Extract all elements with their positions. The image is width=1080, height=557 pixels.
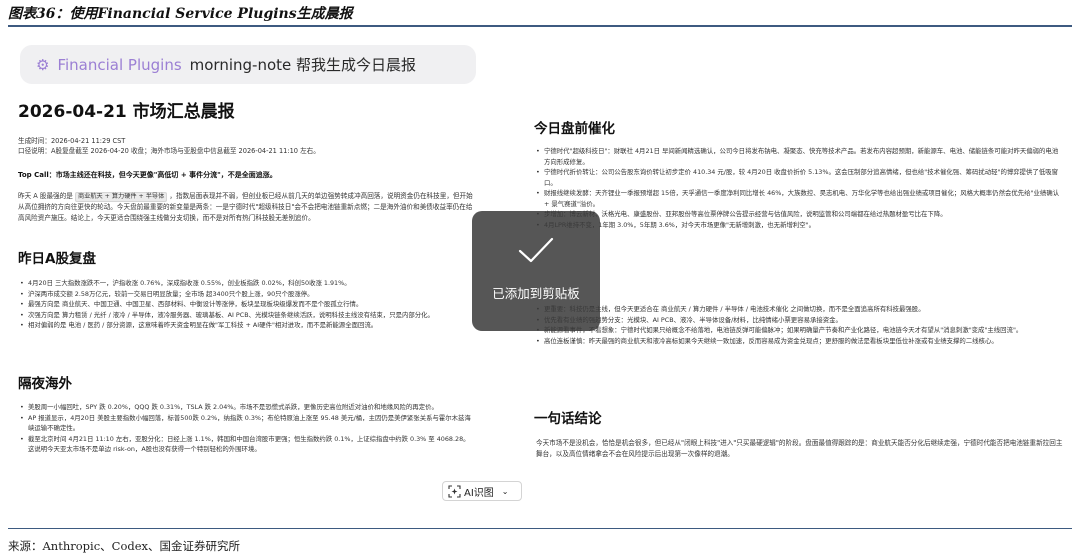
chevron-down-icon: ⌄	[501, 486, 509, 496]
toast-text: 已添加到剪贴板	[492, 286, 580, 301]
list-item: 美股周一小幅回吐，SPY 跌 0.20%，QQQ 跌 0.31%，TSLA 跌 …	[20, 402, 475, 413]
intro-text-a: 昨天 A 股最强的是	[18, 192, 73, 200]
list-item: 高位连板谨慎：昨天最强的商业航天和液冷高标如果今天继续一致加速，反而容易成为资金…	[536, 336, 1064, 347]
list-item: 相对偏弱的是 电池 / 医药 / 部分资源，这意味着昨天资金明显在做"军工科技 …	[20, 320, 475, 331]
section-title-overnight: 隔夜海外	[18, 376, 72, 392]
figure-source: 来源：Anthropic、Codex、国金证券研究所	[8, 539, 241, 553]
ai-recognize-button[interactable]: AI识图 ⌄	[442, 481, 522, 501]
caption-rule	[8, 25, 1072, 27]
premarket-list: 宁德时代"超级科技日"：财联社 4月21日 早间新闻精选确认，公司今日将发布钠电…	[536, 146, 1064, 264]
check-icon	[518, 237, 554, 263]
list-item: 次强方向是 算力租赁 / 光纤 / 液冷 / 半导体，液冷服务器、玻璃基板、AI…	[20, 310, 475, 321]
meta-scope: 口径说明：A股复盘截至 2026-04-20 收盘；海外市场与亚股盘中信息截至 …	[18, 147, 320, 155]
list-item: 财报线继续发酵：天齐锂业一季报预增超 15倍，天孚通信一季度净利同比增长 46%…	[536, 188, 1064, 209]
source-rule	[8, 528, 1072, 529]
conclusion-text: 今天市场不是没机会，恰恰是机会很多，但已经从"闭眼上科技"进入"只买最硬逻辑"的…	[536, 439, 1063, 458]
list-item: 宁德时代"超级科技日"：财联社 4月21日 早间新闻精选确认，公司今日将发布钠电…	[536, 146, 1064, 167]
list-item: 宁德时代折价转让：公司公告股东询价转让初步定价 410.34 元/股，较 4月2…	[536, 167, 1064, 188]
prompt-bubble[interactable]: ⚙ Financial Plugins morning-note 帮我生成今日晨…	[20, 45, 476, 84]
report-title: 2026-04-21 市场汇总晨报	[18, 102, 235, 122]
list-item: AP 报道显示，4月20日 美股主要指数小幅回落，标普500跌 0.2%，纳指跌…	[20, 413, 475, 434]
list-item: 截至北京时间 4月21日 11:10 左右，亚股分化：日经上涨 1.1%，韩国和…	[20, 434, 475, 455]
intro-paragraph: 昨天 A 股最强的是 商业航天 + 算力硬件 + 半导体 ，指数层面表现并不弱，…	[18, 191, 478, 235]
list-item: 更重要：科技仍是主线，但今天更适合在 商业航天 / 算力硬件 / 半导体 / 电…	[536, 304, 1064, 315]
plugin-icon: ⚙	[36, 55, 50, 74]
section-title-yesterday: 昨日A股复盘	[18, 251, 96, 267]
list-item: 步增加：博云新材、沃格光电、康盛股份、亚邦股份等高位票停牌公告提示经营与估值风险…	[536, 209, 1064, 220]
list-item: 4月LPR维持不变，1年期 3.0%，5年期 3.6%，对今天市场更像"无新增刺…	[536, 220, 1064, 231]
plugin-label: Financial Plugins	[57, 55, 182, 74]
prompt-command: morning-note 帮我生成今日晨报	[189, 56, 417, 74]
intro-tag: 商业航天 + 算力硬件 + 半导体	[74, 192, 168, 202]
list-item: 沪深两市成交额 2.58万亿元，较前一交易日明显放量；全市场 超3400只个股上…	[20, 289, 475, 300]
list-item: 优先看有业绩的强趋势分支：光模块、AI PCB、液冷、半导体设备/材料，比纯情绪…	[536, 315, 1064, 326]
list-item: 新能源看事件，不看想象：宁德时代如果只给概念不给落地，电池链反弹可能偏脉冲；如果…	[536, 325, 1064, 336]
copied-toast: 已添加到剪贴板	[472, 211, 600, 331]
meta-time: 生成时间：2026-04-21 11:29 CST	[18, 137, 126, 145]
strategy-list: 更重要：科技仍是主线，但今天更适合在 商业航天 / 算力硬件 / 半导体 / 电…	[536, 304, 1064, 396]
top-call: Top Call：市场主线还在科技，但今天更像"高低切 + 事件分流"，不是全面…	[18, 171, 277, 179]
list-item: 最强方向是 商业航天、中国卫通、中国卫星、西部材料、中衡设计等涨停，板块呈现板块…	[20, 299, 475, 310]
section-title-premarket: 今日盘前催化	[534, 121, 615, 137]
ai-scan-icon	[448, 484, 461, 498]
screenshot-area: ⚙ Financial Plugins morning-note 帮我生成今日晨…	[8, 29, 1072, 524]
yesterday-list: 4月20日 三大指数涨跌不一，沪指收涨 0.76%，深成指收涨 0.55%，创业…	[20, 278, 475, 360]
section-title-conclusion: 一句话结论	[534, 411, 602, 427]
figure-caption: 图表36：使用Financial Service Plugins生成晨报	[8, 6, 353, 22]
list-item: 4月20日 三大指数涨跌不一，沪指收涨 0.76%，深成指收涨 0.55%，创业…	[20, 278, 475, 289]
overnight-list: 美股周一小幅回吐，SPY 跌 0.20%，QQQ 跌 0.31%，TSLA 跌 …	[20, 402, 475, 474]
ai-button-label: AI识图	[464, 487, 494, 499]
